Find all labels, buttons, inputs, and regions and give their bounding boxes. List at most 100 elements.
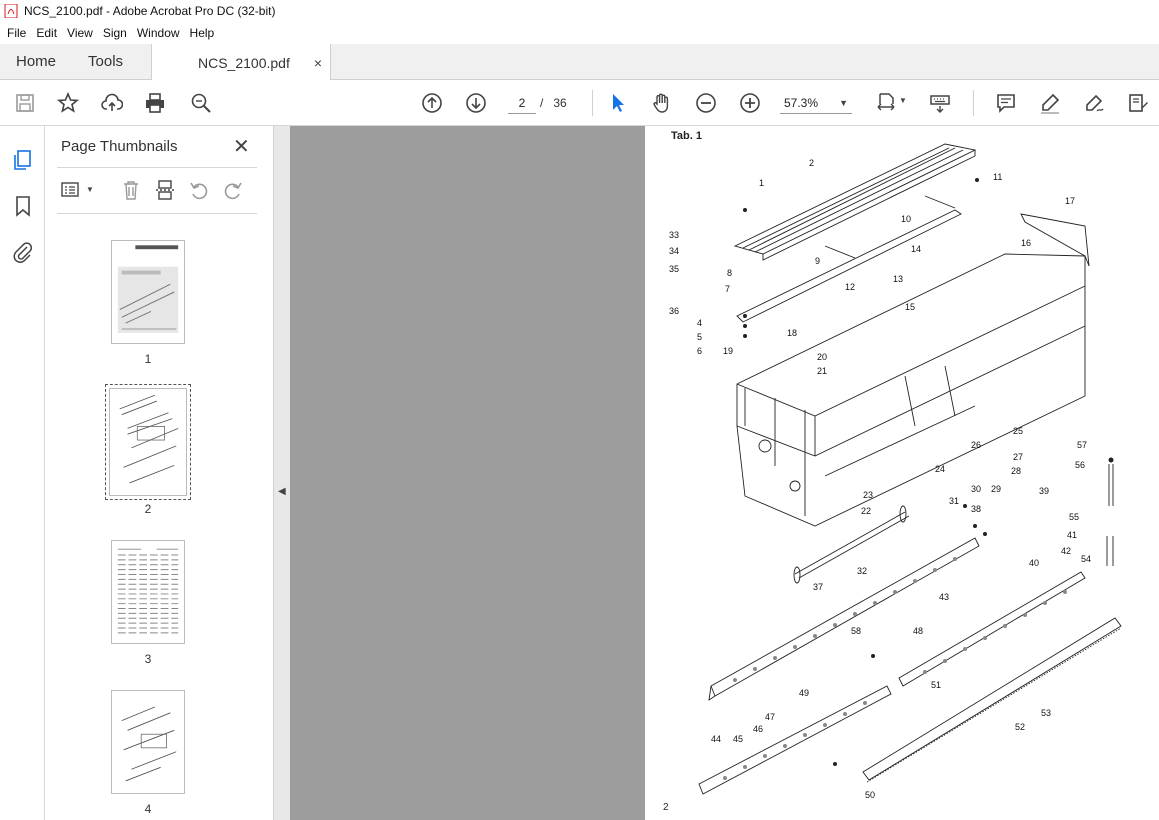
part-callout: 49: [799, 688, 810, 698]
page-thumbnails-icon[interactable]: [11, 148, 35, 172]
thumbnail-label: 2: [144, 502, 152, 516]
menu-edit[interactable]: Edit: [31, 26, 62, 40]
part-callout: 32: [857, 566, 868, 576]
thumbnail-label: 4: [144, 802, 152, 816]
zoom-select[interactable]: 57.3% ▼: [780, 92, 852, 114]
thumbnail-label: 1: [144, 352, 152, 366]
zoom-in-icon[interactable]: [738, 91, 762, 115]
comment-icon[interactable]: [994, 91, 1018, 115]
tab-home[interactable]: Home: [0, 44, 72, 79]
page-thumbnail[interactable]: [111, 240, 185, 344]
page-count: / 36: [540, 92, 567, 114]
part-callout: 23: [863, 490, 874, 500]
window-title: NCS_2100.pdf - Adobe Acrobat Pro DC (32-…: [24, 4, 276, 18]
thumbnail-options-icon[interactable]: [59, 178, 83, 202]
tab-tools[interactable]: Tools: [72, 44, 139, 79]
title-bar: NCS_2100.pdf - Adobe Acrobat Pro DC (32-…: [0, 0, 1159, 22]
print-icon[interactable]: [143, 91, 167, 115]
keyboard-icon[interactable]: [928, 91, 952, 115]
part-callout: 36: [669, 306, 680, 316]
delete-page-icon[interactable]: [119, 178, 143, 202]
bookmarks-icon[interactable]: [11, 194, 35, 218]
close-tab-icon[interactable]: ×: [314, 55, 322, 71]
rotate-clockwise-icon[interactable]: [221, 178, 245, 202]
insert-page-icon[interactable]: [153, 178, 177, 202]
part-callout: 57: [1077, 440, 1088, 450]
part-callout: 6: [697, 346, 703, 356]
previous-page-icon[interactable]: [420, 91, 444, 115]
part-callout: 8: [727, 268, 733, 278]
page-separator: /: [540, 96, 544, 110]
part-callout: 31: [949, 496, 960, 506]
document-viewer[interactable]: Tab. 1 1 2 4 5 6 7 8 9 10 11 12 13 14 15…: [290, 126, 1159, 820]
collapse-arrow-icon[interactable]: ◀: [278, 486, 286, 497]
part-callout: 21: [817, 366, 828, 376]
part-callout: 53: [1041, 708, 1052, 718]
part-callout: 44: [711, 734, 722, 744]
menu-file[interactable]: File: [2, 26, 31, 40]
bookmark-star-icon[interactable]: [56, 91, 80, 115]
highlight-pen-icon[interactable]: [1038, 91, 1062, 115]
panel-divider: [57, 167, 257, 168]
menu-help[interactable]: Help: [185, 26, 220, 40]
part-callout: 13: [893, 274, 904, 284]
options-chevron-icon[interactable]: ▼: [86, 185, 94, 194]
part-callout: 25: [1013, 426, 1024, 436]
part-callout: 55: [1069, 512, 1080, 522]
page-fit-icon[interactable]: [874, 91, 898, 115]
tab-document[interactable]: NCS_2100.pdf ×: [151, 44, 331, 81]
part-callout: 10: [901, 214, 912, 224]
page-thumbnail[interactable]: [111, 690, 185, 794]
part-callout: 16: [1021, 238, 1032, 248]
part-callout: 11: [993, 172, 1003, 182]
fill-sign-icon[interactable]: [1126, 91, 1150, 115]
page-thumbnail-selected[interactable]: [105, 384, 191, 500]
part-callout: 27: [1013, 452, 1024, 462]
tab-bar: Home Tools NCS_2100.pdf ×: [0, 44, 1159, 81]
attachments-paperclip-icon[interactable]: [11, 240, 35, 264]
page-thumbnail-image: [121, 706, 177, 782]
part-callout: 35: [669, 264, 680, 274]
find-icon[interactable]: [189, 91, 213, 115]
chevron-down-icon: ▼: [839, 97, 848, 108]
left-navigation-rail: [0, 126, 45, 820]
toolbar: 2 / 36 57.3% ▼ ▼: [0, 80, 1159, 126]
part-callout: 33: [669, 230, 680, 240]
part-callout: 48: [913, 626, 924, 636]
part-callout: 14: [911, 244, 922, 254]
page-fit-chevron-icon[interactable]: ▼: [899, 96, 907, 105]
save-icon[interactable]: [13, 91, 37, 115]
part-callout: 41: [1067, 530, 1078, 540]
next-page-icon[interactable]: [464, 91, 488, 115]
hand-tool-icon[interactable]: [650, 91, 674, 115]
page-thumbnail-image: [117, 245, 179, 333]
rotate-counterclockwise-icon[interactable]: [187, 178, 211, 202]
part-callout: 24: [935, 464, 946, 474]
part-callout: 29: [991, 484, 1002, 494]
menu-window[interactable]: Window: [132, 26, 185, 40]
upload-cloud-icon[interactable]: [100, 91, 124, 115]
exploded-parts-drawing: [698, 143, 1122, 795]
part-callout: 1: [759, 178, 765, 188]
page-thumbnail[interactable]: [111, 540, 185, 644]
select-cursor-icon[interactable]: [606, 91, 630, 115]
part-callout: 7: [725, 284, 731, 294]
part-callout: 2: [809, 158, 815, 168]
part-callout: 15: [905, 302, 916, 312]
close-panel-icon[interactable]: ✕: [233, 134, 250, 159]
document-tab-label: NCS_2100.pdf: [198, 54, 290, 71]
menu-sign[interactable]: Sign: [98, 26, 132, 40]
part-callout: 47: [765, 712, 776, 722]
page-number-input[interactable]: 2: [508, 92, 536, 114]
page-thumbnails-panel: Page Thumbnails ✕ ▼ 1 2 3 4: [45, 126, 309, 820]
sign-pen-icon[interactable]: [1082, 91, 1106, 115]
total-pages: 36: [553, 96, 567, 110]
part-callout: 51: [931, 680, 942, 690]
thumbnail-label: 3: [144, 652, 152, 666]
zoom-out-icon[interactable]: [694, 91, 718, 115]
part-callout: 34: [669, 246, 680, 256]
toolbar-divider: [973, 90, 974, 116]
part-callout: 42: [1061, 546, 1072, 556]
menu-view[interactable]: View: [62, 26, 98, 40]
panel-collapse-handle[interactable]: ◀: [273, 126, 290, 820]
